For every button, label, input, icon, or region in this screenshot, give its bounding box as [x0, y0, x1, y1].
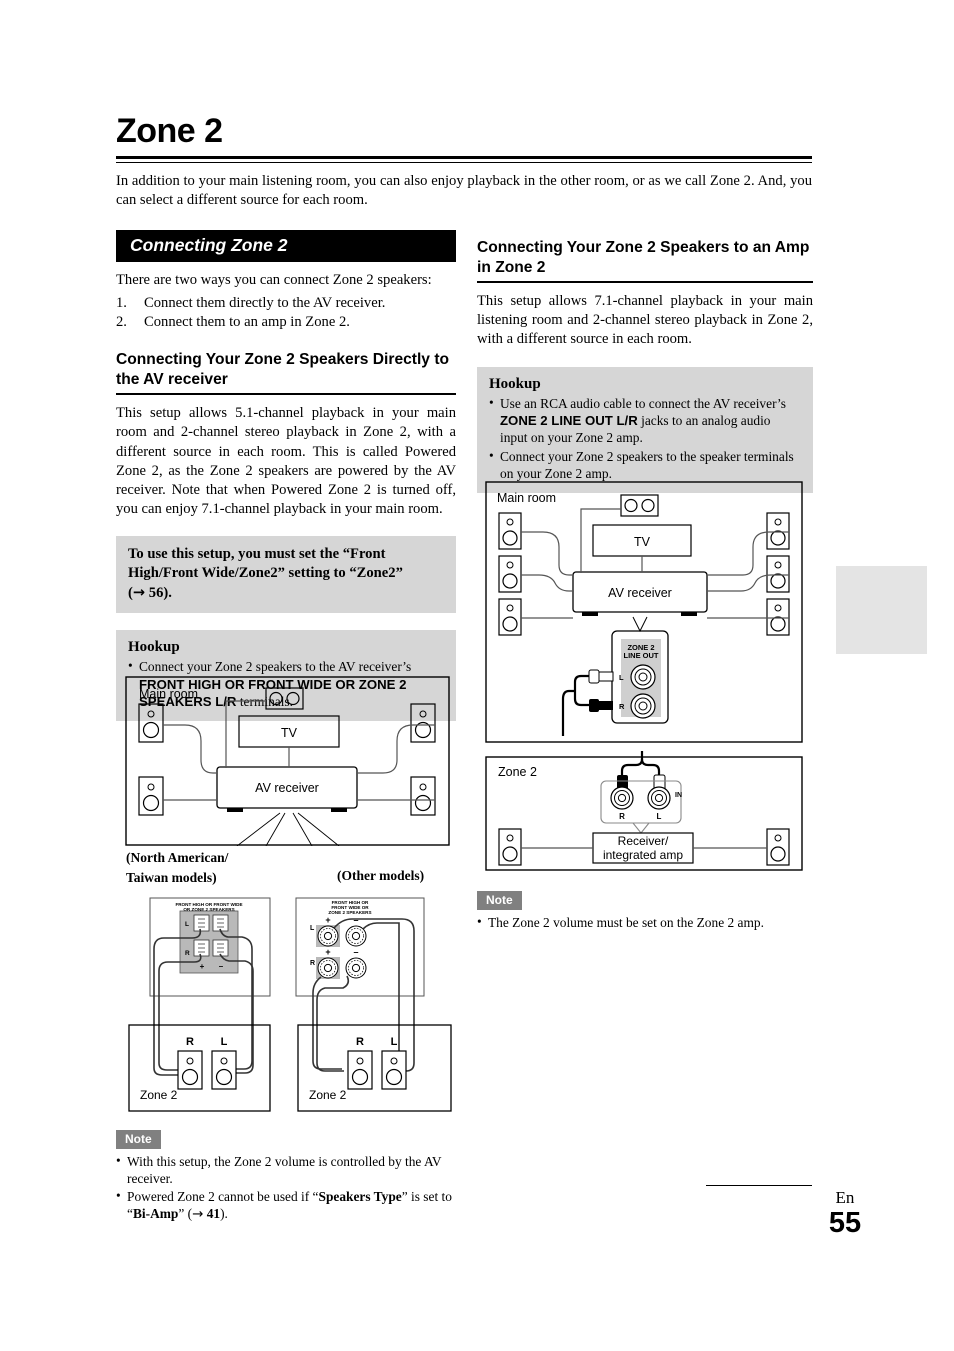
left-subheading: Connecting Your Zone 2 Speakers Directly…	[116, 351, 450, 388]
arrow-icon: →	[132, 584, 146, 602]
note-page-ref: 41	[206, 1206, 221, 1222]
list-number: 1.	[116, 295, 127, 312]
note-text-pre: Powered Zone 2 cannot be used if “	[127, 1188, 319, 1204]
hookup-jack-name: ZONE 2 LINE OUT L/R	[500, 413, 638, 429]
lineout-label-line2: LINE OUT	[624, 651, 659, 660]
jack-label-R: R	[619, 702, 625, 711]
callout-text-end: ).	[163, 585, 172, 602]
list-text: Connect them to an amp in Zone 2.	[144, 314, 350, 331]
hookup-text-pre: Connect your Zone 2 speakers to the spea…	[500, 448, 794, 482]
list-item: 1. Connect them directly to the AV recei…	[116, 294, 456, 313]
terminal-caption-na-line2: OR ZONE 2 SPEAKERS	[183, 907, 234, 912]
note-setting-name: Speakers Type	[318, 1188, 402, 1204]
terminal-label-L2: L	[310, 925, 315, 932]
zone2-label-other: Zone 2	[309, 1088, 347, 1102]
note-item: With this setup, the Zone 2 volume is co…	[116, 1152, 456, 1188]
av-receiver-label: AV receiver	[255, 781, 319, 795]
right-subheading-rule	[477, 281, 813, 283]
svg-text:+: +	[325, 915, 330, 925]
title-rule-thick	[116, 156, 812, 159]
terminal-label-R: R	[185, 950, 190, 957]
hookup-title: Hookup	[128, 639, 180, 656]
svg-text:R: R	[356, 1036, 364, 1048]
list-text: Connect them directly to the AV receiver…	[144, 295, 386, 312]
main-room-label: Main room	[497, 491, 556, 505]
margin-thumb-tab	[836, 566, 927, 654]
right-diagram-zone2: Zone 2 R L IN Receiver/ integrated amp	[485, 751, 803, 871]
tv-label: TV	[634, 535, 651, 549]
note-setting-value: Bi-Amp	[132, 1206, 179, 1222]
note-item: The Zone 2 volume must be set on the Zon…	[477, 913, 813, 931]
note-badge: Note	[477, 891, 522, 910]
left-lead-paragraph: There are two ways you can connect Zone …	[116, 272, 432, 288]
tv-label: TV	[281, 726, 298, 740]
right-hookup-box: Hookup Use an RCA audio cable to connect…	[477, 366, 813, 493]
svg-text:+: +	[325, 947, 330, 957]
left-note-block: Note With this setup, the Zone 2 volume …	[116, 1130, 456, 1224]
svg-text:–: –	[353, 947, 358, 957]
terminal-plus: +	[200, 962, 205, 971]
right-column: Connecting Your Zone 2 Speakers to an Am…	[477, 224, 813, 493]
note-text-post: ).	[220, 1206, 228, 1222]
model-label-line1: (North American/	[126, 850, 229, 865]
amp-label-line1: Receiver/	[618, 834, 669, 848]
left-callout-box: To use this setup, you must set the “Fro…	[116, 536, 456, 614]
left-column: Connecting Zone 2 There are two ways you…	[116, 230, 456, 721]
hookup-text-pre: Connect your Zone 2 speakers to the AV r…	[139, 659, 412, 675]
zone2-label: Zone 2	[498, 765, 537, 779]
left-subheading-rule	[116, 393, 456, 396]
page-footer: En 55	[790, 1188, 900, 1238]
hookup-list: Use an RCA audio cable to connect the AV…	[489, 394, 801, 483]
zone2-speaker-R: R	[186, 1036, 194, 1048]
footer-language: En	[835, 1188, 855, 1207]
note-badge: Note	[116, 1130, 161, 1149]
terminal-caption-other-line3: ZONE 2 SPEAKERS	[328, 910, 371, 915]
av-receiver-label: AV receiver	[608, 586, 672, 600]
intro-paragraph: In addition to your main listening room,…	[116, 173, 812, 208]
left-diagram-terminals: FRONT HIGH OR FRONT WIDE OR ZONE 2 SPEAK…	[128, 893, 453, 1115]
right-note-list: The Zone 2 volume must be set on the Zon…	[477, 913, 813, 931]
terminal-label-R2: R	[310, 960, 315, 967]
amp-label-line2: integrated amp	[603, 848, 683, 862]
model-label-north-american: (North American/ Taiwan models)	[126, 848, 276, 888]
footer-page-number: 55	[828, 1207, 862, 1239]
title-rule-thin	[116, 162, 812, 163]
svg-text:–: –	[353, 915, 358, 925]
hookup-title: Hookup	[489, 375, 541, 392]
zone2-label-na: Zone 2	[140, 1088, 178, 1102]
hookup-item: Connect your Zone 2 speakers to the spea…	[489, 447, 801, 483]
model-label-line2: Taiwan models)	[126, 870, 217, 885]
hookup-text-pre: Use an RCA audio cable to connect the AV…	[500, 395, 786, 411]
terminal-label-L: L	[185, 921, 189, 928]
section-band-connecting-zone-2: Connecting Zone 2	[116, 230, 456, 262]
right-subheading: Connecting Your Zone 2 Speakers to an Am…	[477, 239, 810, 276]
jack-label-L: L	[619, 673, 624, 682]
note-text-mid2: ” (	[178, 1206, 193, 1222]
list-number: 2.	[116, 314, 127, 331]
right-note-block: Note The Zone 2 volume must be set on th…	[477, 891, 813, 931]
in-label-L: L	[657, 812, 662, 821]
callout-page-ref: 56	[148, 585, 164, 602]
zone2-speaker-L: L	[221, 1036, 228, 1048]
manual-page: Zone 2 In addition to your main listenin…	[0, 0, 954, 1351]
svg-text:L: L	[391, 1036, 398, 1048]
left-diagram-main-room: Main room TV AV receiver	[125, 676, 450, 846]
terminal-minus: –	[219, 962, 224, 971]
in-label: IN	[675, 792, 682, 799]
left-note-list: With this setup, the Zone 2 volume is co…	[116, 1152, 456, 1224]
arrow-icon: →	[192, 1207, 204, 1223]
page-title: Zone 2	[116, 112, 223, 150]
left-body-paragraph: This setup allows 5.1-channel playback i…	[116, 405, 456, 518]
right-body-paragraph: This setup allows 7.1-channel playback i…	[477, 293, 813, 348]
right-diagram-main-room: Main room TV AV receiver ZONE 2 LINE OUT…	[485, 481, 803, 743]
hookup-item: Use an RCA audio cable to connect the AV…	[489, 394, 801, 447]
main-room-label: Main room	[139, 687, 198, 701]
note-item: Powered Zone 2 cannot be used if “Speake…	[116, 1187, 456, 1224]
connection-methods-list: 1. Connect them directly to the AV recei…	[116, 294, 456, 332]
in-label-R: R	[619, 812, 625, 821]
footer-rule	[706, 1185, 812, 1186]
list-item: 2. Connect them to an amp in Zone 2.	[116, 313, 456, 332]
model-label-other: (Other models)	[337, 868, 425, 883]
